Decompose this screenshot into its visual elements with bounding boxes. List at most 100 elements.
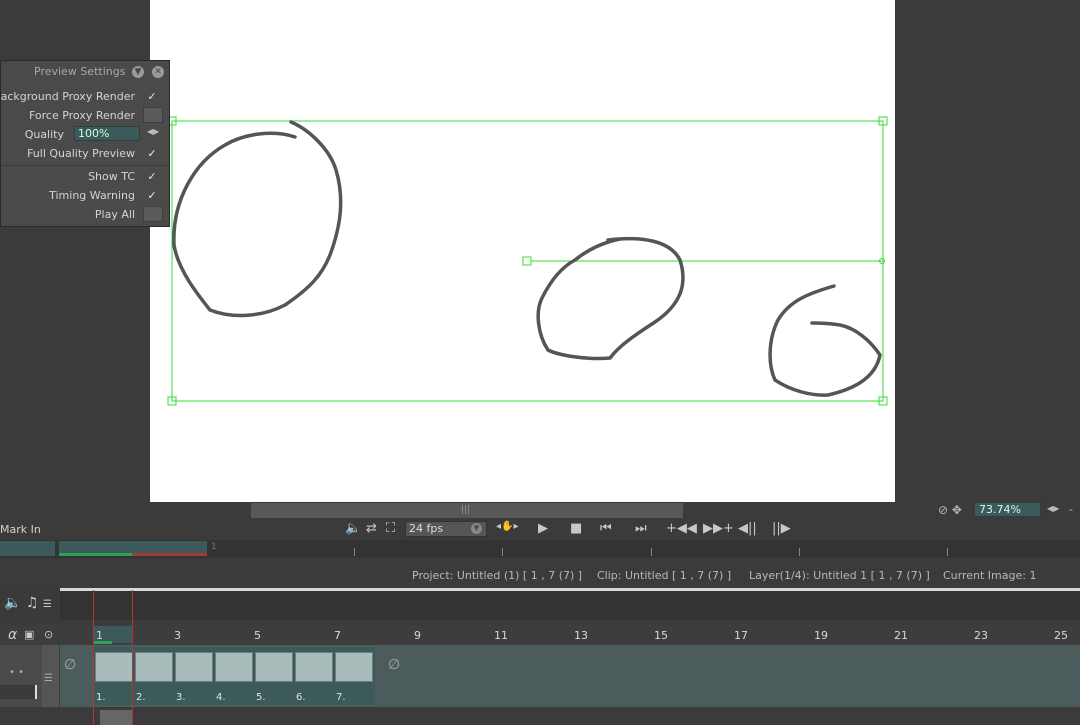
row-timing-warning: Timing Warning ✓ xyxy=(1,187,169,205)
speaker-icon[interactable]: 🔈 xyxy=(4,595,21,611)
cell-number: 7. xyxy=(336,692,346,703)
timeline-cell[interactable] xyxy=(255,652,293,682)
ruler-tick xyxy=(651,548,652,556)
first-frame-icon[interactable]: ⏮ xyxy=(600,521,612,536)
pivot-handle[interactable] xyxy=(522,256,532,266)
panel-header: Preview Settings ▼ ✕ xyxy=(1,61,169,83)
stroke-circle-2 xyxy=(536,236,685,361)
empty-cell-icon: ∅ xyxy=(388,657,401,673)
frame-number: 25 xyxy=(1054,629,1068,642)
ruler-tick xyxy=(799,548,800,556)
layer-opacity-handle[interactable] xyxy=(35,685,37,699)
ruler-tick xyxy=(354,548,355,556)
zoom-reset-icon[interactable]: - xyxy=(1069,503,1073,516)
cell-number: 2. xyxy=(136,692,146,703)
timing-warning-checkbox[interactable]: ✓ xyxy=(145,189,159,203)
layer-opacity-slider[interactable] xyxy=(0,685,36,699)
timeline-cell[interactable] xyxy=(175,652,213,682)
row-show-tc: Show TC ✓ xyxy=(1,168,169,186)
cell-number: 6. xyxy=(296,692,306,703)
frame-number: 11 xyxy=(494,629,508,642)
ruler-left-block xyxy=(0,541,55,556)
timeline-cell[interactable] xyxy=(135,652,173,682)
preview-settings-panel: Preview Settings ▼ ✕ Background Proxy Re… xyxy=(0,60,170,227)
stroke-circle-1 xyxy=(172,120,343,318)
zoom-input[interactable]: 73.74% xyxy=(974,502,1041,517)
status-clip: Clip: Untitled [ 1 , 7 (7) ] xyxy=(597,569,732,582)
frame-number: 9 xyxy=(414,629,421,642)
timeline-cell[interactable] xyxy=(215,652,253,682)
quality-input[interactable]: 100% xyxy=(74,126,140,141)
last-frame-icon[interactable]: ⏭ xyxy=(635,521,647,536)
frame-number: 15 xyxy=(654,629,668,642)
frame-number: 19 xyxy=(814,629,828,642)
timeline-cell[interactable] xyxy=(95,652,133,682)
zoom-stepper-icon[interactable]: ◀▶ xyxy=(1047,504,1059,513)
background-proxy-render-label: Background Proxy Render xyxy=(0,90,135,103)
view-mode-icons[interactable]: ⊘ ✥ xyxy=(938,503,962,517)
panel-divider xyxy=(1,165,169,166)
full-quality-preview-checkbox[interactable]: ✓ xyxy=(145,147,159,161)
stroke-circle-3 xyxy=(768,284,882,397)
ruler-marker-label: 1 xyxy=(211,542,217,552)
mask-icon[interactable]: ▣ xyxy=(24,628,34,641)
layer-strip[interactable]: ☰ xyxy=(42,645,59,707)
row-quality: Quality 100% ◀▶ xyxy=(1,126,169,144)
timeline-cell[interactable] xyxy=(335,652,373,682)
quality-label: Quality xyxy=(24,128,64,141)
panel-menu-icon[interactable]: ▼ xyxy=(132,66,144,78)
frame-number: 17 xyxy=(734,629,748,642)
audio-menu-icon[interactable]: ☰ xyxy=(43,599,52,610)
frame-number: 7 xyxy=(334,629,341,642)
cell-number: 4. xyxy=(216,692,226,703)
step-forward-icon[interactable]: ||▶ xyxy=(772,521,791,536)
panel-close-icon[interactable]: ✕ xyxy=(152,66,164,78)
camera-icon[interactable]: ⊙ xyxy=(44,628,53,641)
fullscreen-icon[interactable]: ⛶ xyxy=(386,521,395,536)
cell-number: 5. xyxy=(256,692,266,703)
next-layer-cell[interactable] xyxy=(100,710,132,725)
alpha-icon[interactable]: α xyxy=(8,627,17,643)
play-icon[interactable]: ▶ xyxy=(538,521,548,536)
ruler-out-range xyxy=(132,553,207,556)
audio-controls[interactable]: 🔈 ♫ ☰ xyxy=(4,595,52,611)
fps-dropdown-icon[interactable]: ▼ xyxy=(471,523,482,534)
quality-stepper-icon[interactable]: ◀▶ xyxy=(147,127,159,136)
row-full-quality-preview: Full Quality Preview ✓ xyxy=(1,145,169,163)
layer-tools: α ▣ ⊙ xyxy=(0,625,60,645)
drawing-canvas[interactable] xyxy=(150,0,895,502)
timeline-cell[interactable] xyxy=(295,652,333,682)
music-note-icon[interactable]: ♫ xyxy=(26,595,39,611)
loop-icon[interactable]: ⇄ xyxy=(366,521,377,536)
layer-dots-icon: • • xyxy=(9,667,24,678)
status-layer: Layer(1/4): Untitled 1 [ 1 , 7 (7) ] xyxy=(749,569,930,582)
audio-track[interactable] xyxy=(60,591,1080,620)
prev-keyframe-icon[interactable]: +◀◀ xyxy=(666,521,697,536)
ruler-tick xyxy=(502,548,503,556)
playhead-end[interactable] xyxy=(132,590,133,725)
layer-header[interactable]: • • xyxy=(0,645,42,707)
cell-number: 3. xyxy=(176,692,186,703)
play-all-label: Play All xyxy=(94,208,135,221)
playhead-start[interactable] xyxy=(93,590,94,725)
layer-menu-icon[interactable]: ☰ xyxy=(44,673,53,684)
frame-ruler[interactable] xyxy=(60,625,1080,645)
hand-scrub-icon[interactable]: ◂✋▸ xyxy=(496,521,519,532)
step-back-icon[interactable]: ◀|| xyxy=(738,521,757,536)
frame-number: 13 xyxy=(574,629,588,642)
ruler-in-range xyxy=(59,553,132,556)
stop-icon[interactable]: ■ xyxy=(570,521,582,536)
frame-number: 3 xyxy=(174,629,181,642)
next-layer-row xyxy=(0,707,1080,725)
force-proxy-render-checkbox[interactable] xyxy=(143,107,163,123)
panel-title: Preview Settings xyxy=(34,65,126,78)
play-all-checkbox[interactable] xyxy=(143,206,163,222)
show-tc-checkbox[interactable]: ✓ xyxy=(145,170,159,184)
row-background-proxy-render: Background Proxy Render ✓ xyxy=(0,88,169,106)
force-proxy-render-label: Force Proxy Render xyxy=(28,109,135,122)
show-tc-label: Show TC xyxy=(88,170,135,183)
mute-icon[interactable]: 🔈 xyxy=(345,521,361,536)
next-keyframe-icon[interactable]: ▶▶+ xyxy=(703,521,734,536)
background-proxy-render-checkbox[interactable]: ✓ xyxy=(145,90,159,104)
mark-in-label: Mark In xyxy=(0,523,41,536)
